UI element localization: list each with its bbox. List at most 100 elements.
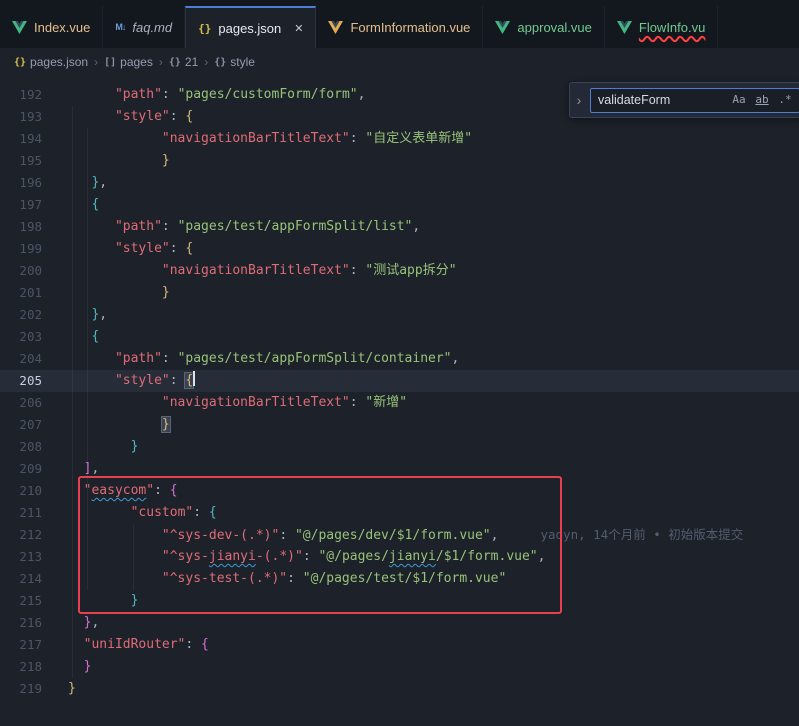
line-number[interactable]: 201 — [0, 282, 42, 304]
code-line-210[interactable]: 210"easycom": { — [0, 480, 799, 502]
code-token: { — [209, 505, 217, 520]
code-line-199[interactable]: 199"style": { — [0, 238, 799, 260]
json-icon: {} — [198, 22, 211, 35]
code-line-206[interactable]: 206"navigationBarTitleText": "新增" — [0, 392, 799, 414]
line-number[interactable]: 217 — [0, 634, 42, 656]
line-number[interactable]: 214 — [0, 568, 42, 590]
line-number[interactable]: 216 — [0, 612, 42, 634]
breadcrumb-separator: › — [94, 55, 98, 69]
code-line-194[interactable]: 194"navigationBarTitleText": "自定义表单新增" — [0, 128, 799, 150]
close-icon[interactable]: ✕ — [294, 22, 303, 35]
line-number[interactable]: 194 — [0, 128, 42, 150]
line-number[interactable]: 212 — [0, 524, 42, 546]
tab-forminformation-vue[interactable]: FormInformation.vue — [316, 6, 483, 48]
code-token: , — [99, 175, 107, 190]
line-number[interactable]: 204 — [0, 348, 42, 370]
line-number[interactable]: 196 — [0, 172, 42, 194]
tab-label: faq.md — [132, 20, 172, 35]
code-line-202[interactable]: 202}, — [0, 304, 799, 326]
code-token: "navigationBarTitleText" — [162, 395, 350, 410]
code-line-216[interactable]: 216}, — [0, 612, 799, 634]
line-number[interactable]: 208 — [0, 436, 42, 458]
code-line-217[interactable]: 217"uniIdRouter": { — [0, 634, 799, 656]
line-number[interactable]: 203 — [0, 326, 42, 348]
code-line-213[interactable]: 213"^sys-jianyi-(.*)": "@/pages/jianyi/$… — [0, 546, 799, 568]
vue-icon — [328, 21, 343, 34]
line-number[interactable]: 207 — [0, 414, 42, 436]
code-token: { — [185, 109, 193, 124]
code-line-207[interactable]: 207} — [0, 414, 799, 436]
line-number[interactable]: 211 — [0, 502, 42, 524]
breadcrumb-label: 21 — [185, 55, 198, 69]
code-token: : — [303, 549, 319, 564]
line-number[interactable]: 210 — [0, 480, 42, 502]
breadcrumb-separator: › — [159, 55, 163, 69]
line-number[interactable]: 192 — [0, 84, 42, 106]
tab-approval-vue[interactable]: approval.vue — [483, 6, 604, 48]
code-line-204[interactable]: 204"path": "pages/test/appFormSplit/cont… — [0, 348, 799, 370]
find-input[interactable]: validateForm Aa ab .* — [590, 88, 799, 113]
line-content: "^sys-test-(.*)": "@/pages/test/$1/form.… — [68, 568, 799, 590]
code-token: "pages/test/appFormSplit/list" — [178, 219, 413, 234]
match-case-button[interactable]: Aa — [729, 91, 749, 110]
breadcrumb-item-pages[interactable]: []pages — [104, 55, 153, 69]
line-number[interactable]: 205 — [0, 370, 42, 392]
line-number[interactable]: 199 — [0, 238, 42, 260]
code-line-218[interactable]: 218} — [0, 656, 799, 678]
code-line-203[interactable]: 203{ — [0, 326, 799, 348]
code-token: , — [91, 461, 99, 476]
code-line-200[interactable]: 200"navigationBarTitleText": "测试app拆分" — [0, 260, 799, 282]
code-line-208[interactable]: 208} — [0, 436, 799, 458]
tab-flowinfo-vu[interactable]: FlowInfo.vu — [605, 6, 718, 48]
line-number[interactable]: 219 — [0, 678, 42, 700]
line-number[interactable]: 193 — [0, 106, 42, 128]
code-token: { — [170, 483, 178, 498]
code-line-211[interactable]: 211"custom": { — [0, 502, 799, 524]
line-number[interactable]: 198 — [0, 216, 42, 238]
chevron-right-icon[interactable]: › — [572, 89, 586, 111]
code-token: { — [185, 373, 193, 388]
line-number[interactable]: 218 — [0, 656, 42, 678]
code-line-198[interactable]: 198"path": "pages/test/appFormSplit/list… — [0, 216, 799, 238]
code-line-214[interactable]: 214 "^sys-test-(.*)": "@/pages/test/$1/fo… — [0, 568, 799, 590]
code-line-195[interactable]: 195} — [0, 150, 799, 172]
code-token: "^sys-dev-(.*)" — [162, 528, 279, 543]
code-token: , — [412, 219, 420, 234]
line-number[interactable]: 215 — [0, 590, 42, 612]
code-line-219[interactable]: 219} — [0, 678, 799, 700]
line-number[interactable]: 197 — [0, 194, 42, 216]
code-token: "style" — [115, 109, 170, 124]
line-number[interactable]: 202 — [0, 304, 42, 326]
line-number[interactable]: 200 — [0, 260, 42, 282]
code-token: : — [162, 87, 178, 102]
line-number[interactable]: 213 — [0, 546, 42, 568]
code-token: , — [358, 87, 366, 102]
breadcrumb-item-21[interactable]: {}21 — [169, 55, 198, 69]
code-line-215[interactable]: 215} — [0, 590, 799, 612]
code-token: } — [162, 153, 170, 168]
text-cursor — [193, 371, 195, 386]
code-token: "新增" — [365, 395, 407, 410]
line-number[interactable]: 195 — [0, 150, 42, 172]
breadcrumb-item-style[interactable]: {}style — [214, 55, 255, 69]
vue-icon — [617, 21, 632, 34]
line-number[interactable]: 206 — [0, 392, 42, 414]
line-content: } — [68, 414, 799, 436]
code-line-212[interactable]: 212"^sys-dev-(.*)": "@/pages/dev/$1/form… — [0, 524, 799, 546]
code-token: : — [350, 131, 366, 146]
line-number[interactable]: 209 — [0, 458, 42, 480]
editor[interactable]: 192"path": "pages/customForm/form",193"s… — [0, 76, 799, 726]
breadcrumb-item-pages.json[interactable]: {}pages.json — [14, 55, 88, 69]
code-line-196[interactable]: 196}, — [0, 172, 799, 194]
line-content: } — [68, 678, 799, 700]
tab-index-vue[interactable]: Index.vue — [0, 6, 103, 48]
code-line-197[interactable]: 197{ — [0, 194, 799, 216]
tab-faq-md[interactable]: M↓faq.md — [103, 6, 185, 48]
code-line-201[interactable]: 201} — [0, 282, 799, 304]
tab-pages-json[interactable]: {}pages.json✕ — [185, 6, 316, 48]
code-line-209[interactable]: 209], — [0, 458, 799, 480]
breadcrumb-label: pages.json — [30, 55, 88, 69]
code-line-205[interactable]: 205"style": { — [0, 370, 799, 392]
regex-button[interactable]: .* — [775, 91, 795, 110]
whole-word-button[interactable]: ab — [752, 91, 772, 110]
